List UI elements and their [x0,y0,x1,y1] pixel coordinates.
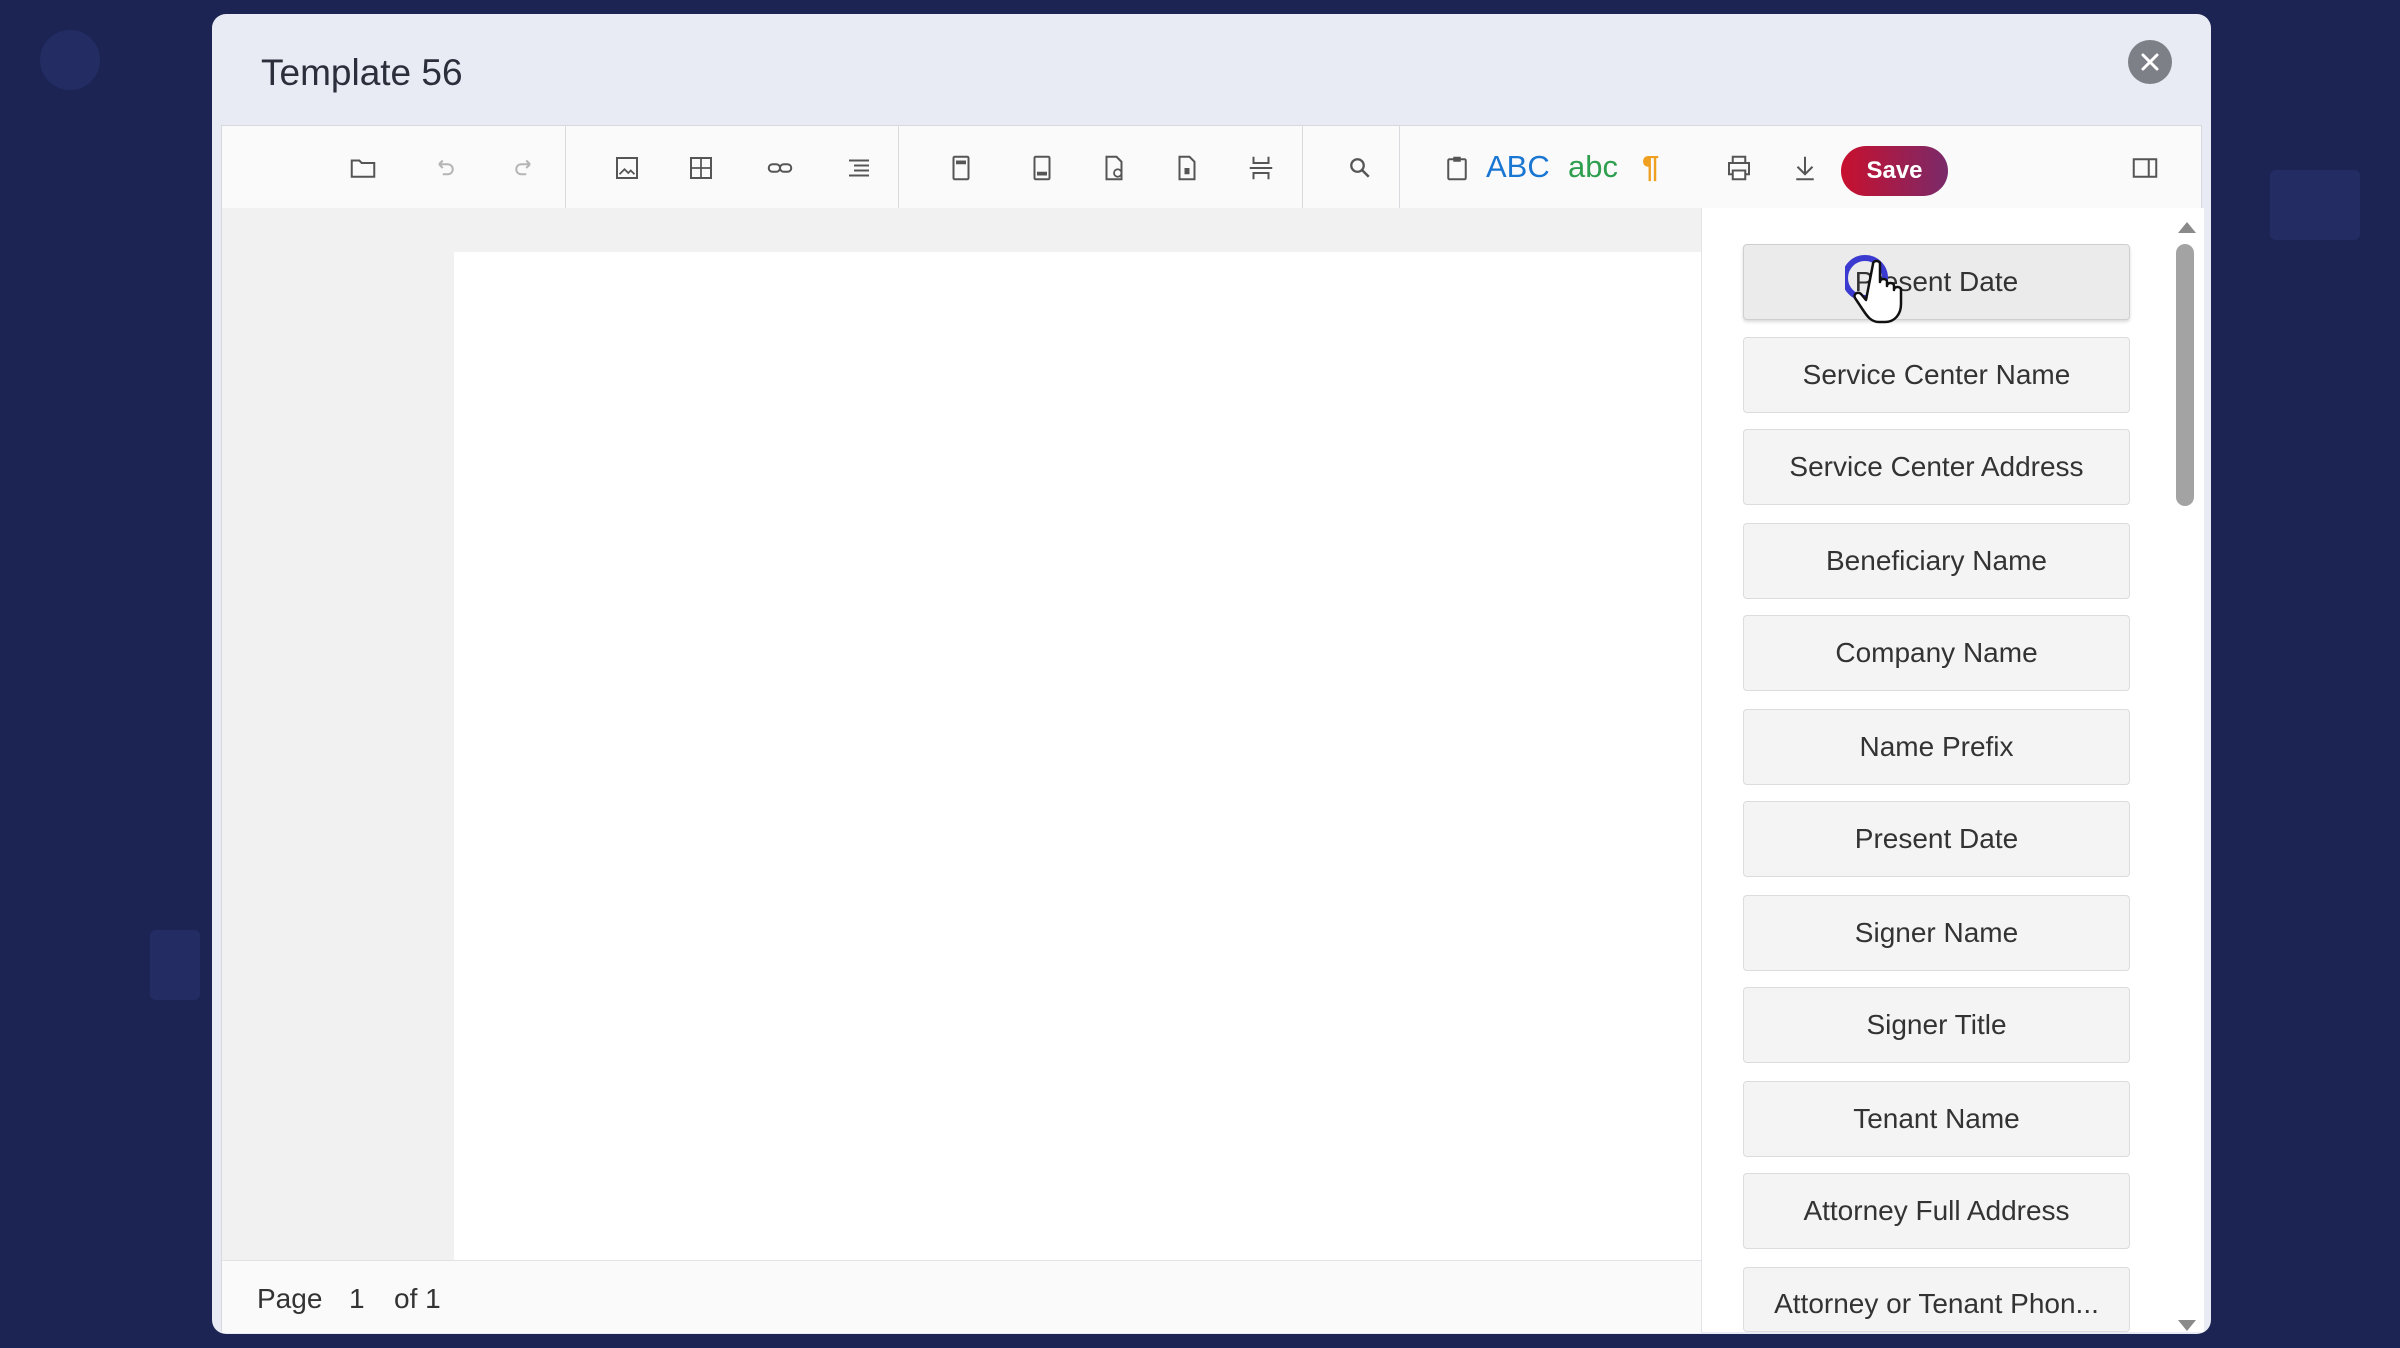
field-button-attorney-full-address[interactable]: Attorney Full Address [1743,1173,2130,1249]
page-total: of 1 [394,1283,441,1314]
print-icon [1728,155,1750,181]
header-button[interactable] [938,145,984,191]
find-button[interactable] [1337,145,1383,191]
document-page[interactable] [454,252,1701,1260]
sidebar-toggle-icon [2132,158,2158,178]
footer-button[interactable] [1019,145,1065,191]
page-setup-button[interactable] [1091,145,1137,191]
close-icon [2141,53,2159,71]
background-logo [40,30,100,90]
field-button-present-date[interactable]: Present Date [1743,244,2130,320]
paste-button[interactable] [1434,145,1480,191]
table-of-contents-icon [849,159,869,177]
page-break-icon [1249,156,1273,180]
print-button[interactable] [1716,145,1762,191]
footer-icon [1033,155,1051,181]
status-bar: Page 1 of 1 [222,1260,1701,1333]
toggle-panel-button[interactable] [2122,145,2168,191]
spellcheck-lower-button[interactable]: abc [1568,146,1618,188]
insert-link-button[interactable] [757,145,803,191]
background-block [150,930,200,1000]
pointer-cursor-icon [1845,255,1903,324]
scroll-down-arrow[interactable] [2178,1320,2196,1331]
table-icon [690,157,712,179]
undo-button[interactable] [421,145,467,191]
undo-icon [438,159,454,176]
spellcheck-upper-button[interactable]: ABC [1486,146,1550,188]
toolbar-separator [898,126,899,208]
template-editor-modal: Template 56 ABC abc ¶ Save Page 1 of 1 P… [212,14,2211,1334]
field-button-signer-name[interactable]: Signer Name [1743,895,2130,971]
redo-button[interactable] [502,145,548,191]
folder-icon [350,159,376,178]
redo-icon [515,159,531,176]
background-button [2270,170,2360,240]
modal-title: Template 56 [261,52,463,93]
download-button[interactable] [1782,145,1828,191]
field-button-service-center-address[interactable]: Service Center Address [1743,429,2130,505]
link-icon [767,163,793,173]
toc-button[interactable] [836,145,882,191]
formatting-marks-button[interactable]: ¶ [1642,146,1659,188]
field-button-attorney-or-tenant-phone[interactable]: Attorney or Tenant Phon... [1743,1267,2130,1332]
insert-image-button[interactable] [604,145,650,191]
toolbar-separator [1302,126,1303,208]
scrollbar-thumb[interactable] [2176,244,2194,506]
break-button[interactable] [1238,145,1284,191]
field-button-tenant-name[interactable]: Tenant Name [1743,1081,2130,1157]
header-icon [952,155,970,181]
modal-header: Template 56 [212,14,2211,124]
editor-toolbar: ABC abc ¶ Save [222,126,2201,209]
field-button-service-center-name[interactable]: Service Center Name [1743,337,2130,413]
download-icon [1796,156,1814,181]
toolbar-separator [565,126,566,208]
close-button[interactable] [2128,40,2172,84]
open-button[interactable] [340,145,386,191]
scroll-up-arrow[interactable] [2178,222,2196,233]
page-number-input[interactable]: 1 [349,1283,365,1315]
page-number-icon [1178,155,1196,181]
field-button-company-name[interactable]: Company Name [1743,615,2130,691]
field-button-present-date-2[interactable]: Present Date [1743,801,2130,877]
insert-table-button[interactable] [678,145,724,191]
page-number-button[interactable] [1164,145,1210,191]
search-icon [1350,158,1370,178]
page-settings-icon [1105,155,1123,181]
save-button[interactable]: Save [1841,146,1948,196]
field-button-beneficiary-name[interactable]: Beneficiary Name [1743,523,2130,599]
toolbar-separator [1399,126,1400,208]
clipboard-icon [1447,156,1467,181]
page-label: Page [257,1283,323,1314]
field-button-signer-title[interactable]: Signer Title [1743,987,2130,1063]
document-canvas [222,208,1701,1260]
merge-fields-panel: Present Date Service Center Name Service… [1701,208,2204,1332]
field-button-name-prefix[interactable]: Name Prefix [1743,709,2130,785]
image-icon [616,157,638,179]
